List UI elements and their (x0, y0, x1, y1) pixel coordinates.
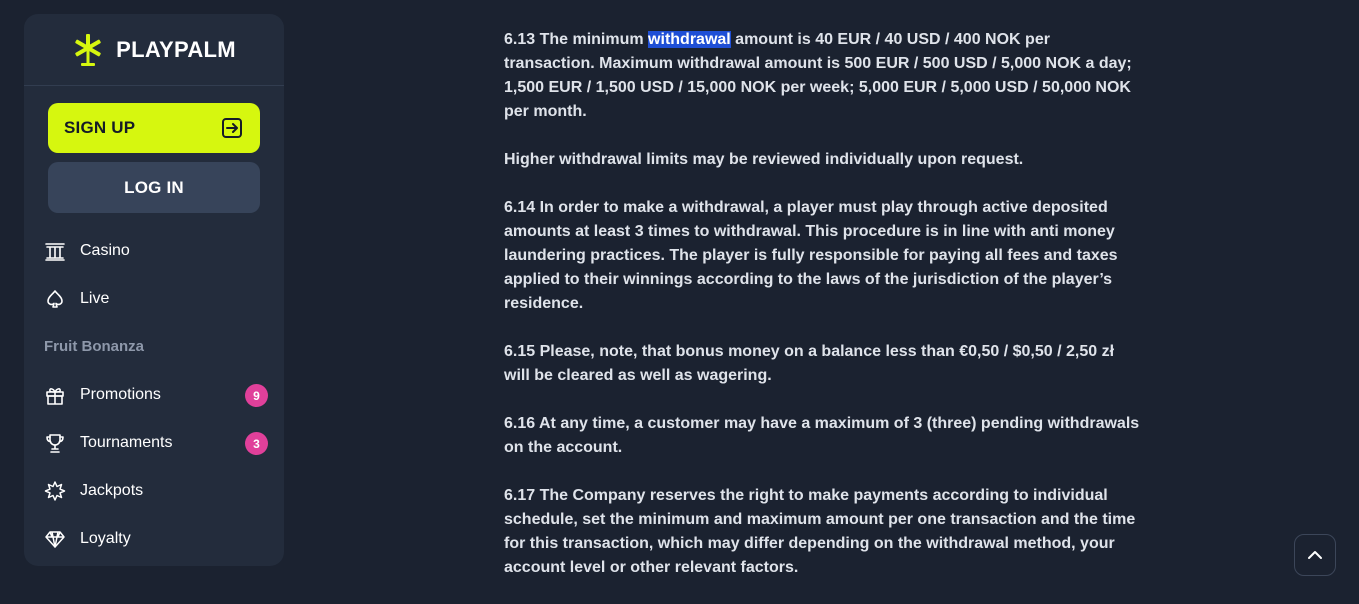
spade-icon (47, 290, 63, 308)
terms-paragraph-6-17: 6.17 The Company reserves the right to m… (504, 487, 1136, 576)
login-arrow-icon (222, 118, 242, 138)
sidebar-item-jackpots[interactable]: Jackpots (44, 473, 266, 509)
chevron-up-icon (1308, 551, 1322, 559)
sidebar-item-label: Jackpots (80, 482, 144, 499)
login-button[interactable]: LOG IN (48, 162, 260, 213)
gift-icon (46, 388, 64, 405)
terms-paragraph-6-16: 6.16 At any time, a customer may have a … (504, 415, 1140, 456)
terms-content: 6.13 The minimum withdrawal amount is 40… (504, 28, 1144, 604)
sidebar-item-loyalty[interactable]: Loyalty (44, 521, 266, 557)
sidebar-item-label: Loyalty (80, 530, 131, 547)
terms-paragraph-limits: Higher withdrawal limits may be reviewed… (504, 151, 1024, 168)
promotions-count-badge: 9 (245, 384, 268, 407)
casino-building-icon (45, 243, 65, 261)
tournaments-count-badge: 3 (245, 432, 268, 455)
palm-logo-icon (75, 33, 101, 66)
signup-button[interactable]: SIGN UP (48, 103, 260, 153)
sidebar-item-label: Promotions (80, 386, 161, 403)
brand-logo[interactable]: PLAYPALM (24, 14, 284, 86)
terms-paragraph-6-15: 6.15 Please, note, that bonus money on a… (504, 343, 1115, 384)
sidebar-item-label: Tournaments (80, 434, 173, 451)
sidebar-item-label: Casino (80, 242, 130, 259)
terms-paragraph-6-14: 6.14 In order to make a withdrawal, a pl… (504, 199, 1118, 312)
diamond-icon (45, 531, 65, 548)
sidebar: PLAYPALM SIGN UP LOG IN Casino Live Frui… (24, 14, 284, 566)
sidebar-section-title[interactable]: Fruit Bonanza (44, 338, 144, 355)
starburst-icon (44, 481, 66, 501)
sidebar-item-tournaments[interactable]: Tournaments 3 (44, 425, 268, 461)
scroll-to-top-button[interactable] (1294, 534, 1336, 576)
brand-name: PLAYPALM (116, 36, 236, 62)
sidebar-item-casino[interactable]: Casino (44, 233, 266, 269)
search-highlight: withdrawal (648, 31, 731, 48)
sidebar-item-live[interactable]: Live (44, 281, 266, 317)
signup-label: SIGN UP (64, 118, 136, 137)
terms-paragraph-6-13: 6.13 The minimum withdrawal amount is 40… (504, 28, 1144, 124)
sidebar-item-label: Live (80, 290, 110, 307)
login-label: LOG IN (124, 177, 184, 197)
sidebar-item-promotions[interactable]: Promotions 9 (44, 377, 268, 413)
trophy-icon (46, 434, 64, 453)
terms-text: 6.13 The minimum (504, 31, 649, 48)
